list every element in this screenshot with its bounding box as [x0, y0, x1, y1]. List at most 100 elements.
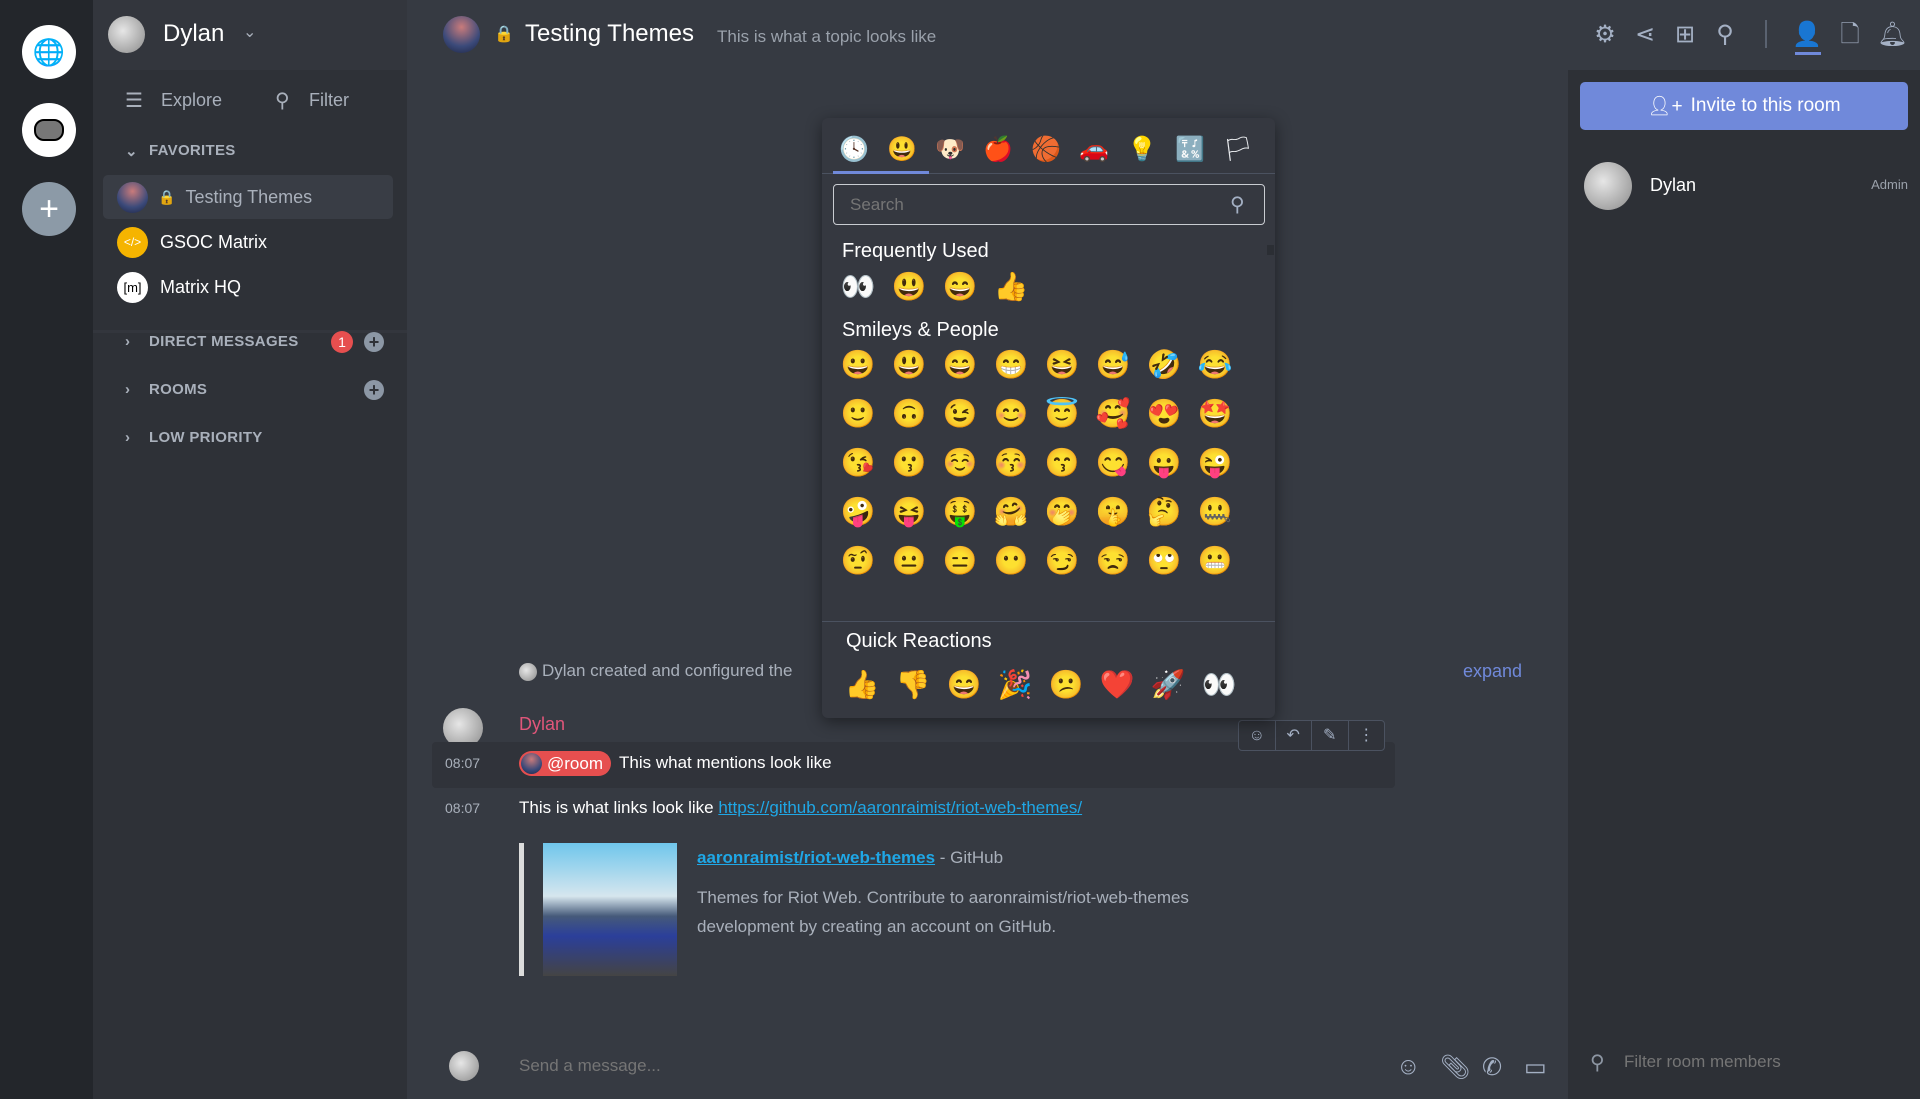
- emoji-button[interactable]: 😋: [1093, 446, 1133, 479]
- filter-members-input[interactable]: [1624, 1048, 1904, 1076]
- voice-call-icon[interactable]: ✆: [1482, 1053, 1502, 1082]
- preview-image[interactable]: [543, 843, 677, 976]
- scrollbar[interactable]: [1267, 245, 1274, 255]
- emoji-button[interactable]: 😄: [940, 348, 980, 381]
- community-icon[interactable]: [22, 103, 76, 157]
- home-space-icon[interactable]: 🌐: [22, 25, 76, 79]
- room-avatar[interactable]: [443, 16, 480, 53]
- react-icon[interactable]: ☺: [1239, 721, 1276, 750]
- emoji-button[interactable]: 😃: [889, 348, 929, 381]
- member-item[interactable]: Dylan Admin: [1584, 160, 1908, 210]
- room-item-matrix-hq[interactable]: [m] Matrix HQ: [103, 265, 393, 309]
- emoji-button[interactable]: 😂: [1195, 348, 1235, 381]
- emoji-search-input[interactable]: [833, 184, 1265, 225]
- emoji-button[interactable]: 😝: [889, 495, 929, 528]
- emoji-button[interactable]: ☺️: [940, 446, 980, 479]
- emoji-button[interactable]: 🤑: [940, 495, 980, 528]
- preview-title-link[interactable]: aaronraimist/riot-web-themes: [697, 848, 935, 867]
- emoji-category-tab[interactable]: 🏳: [1218, 130, 1258, 170]
- emoji-button[interactable]: 🙂: [838, 397, 878, 430]
- notifications-icon[interactable]: 🔔︎: [1877, 20, 1907, 50]
- emoji-button[interactable]: 😀: [838, 348, 878, 381]
- emoji-button[interactable]: 🤨: [838, 544, 878, 577]
- emoji-button[interactable]: 🤗: [991, 495, 1031, 528]
- explore-button[interactable]: Explore: [161, 90, 222, 111]
- expand-link[interactable]: expand: [1463, 661, 1522, 682]
- direct-messages-header[interactable]: DIRECT MESSAGES: [149, 333, 299, 350]
- emoji-button[interactable]: 😗: [889, 446, 929, 479]
- rooms-header[interactable]: ROOMS: [149, 381, 207, 398]
- video-call-icon[interactable]: ▭: [1524, 1053, 1547, 1082]
- emoji-button[interactable]: 😐: [889, 544, 929, 577]
- quick-reaction-button[interactable]: 🎉: [995, 668, 1035, 701]
- emoji-button[interactable]: 🤫: [1093, 495, 1133, 528]
- settings-icon[interactable]: ⚙: [1590, 20, 1620, 50]
- low-priority-header[interactable]: LOW PRIORITY: [149, 429, 263, 446]
- attachment-icon[interactable]: 📎︎: [1440, 1053, 1470, 1082]
- quick-reaction-button[interactable]: 🚀: [1148, 668, 1188, 701]
- emoji-button[interactable]: 🤔: [1144, 495, 1184, 528]
- emoji-button[interactable]: 😛: [1144, 446, 1184, 479]
- favorites-header[interactable]: FAVORITES: [149, 142, 236, 159]
- emoji-button[interactable]: 😊: [991, 397, 1031, 430]
- emoji-category-tab[interactable]: 🕓: [834, 130, 874, 170]
- message-link[interactable]: https://github.com/aaronraimist/riot-web…: [718, 798, 1082, 817]
- quick-reaction-button[interactable]: ❤️: [1097, 668, 1137, 701]
- emoji-button[interactable]: 😃: [889, 270, 929, 303]
- apps-icon[interactable]: ⊞: [1670, 20, 1700, 50]
- emoji-button[interactable]: 😍: [1144, 397, 1184, 430]
- room-item-gsoc-matrix[interactable]: </> GSOC Matrix: [103, 220, 393, 264]
- emoji-button[interactable]: 👍: [991, 270, 1031, 303]
- emoji-button[interactable]: 😒: [1093, 544, 1133, 577]
- message-input[interactable]: [519, 1050, 1359, 1082]
- emoji-icon[interactable]: ☺: [1396, 1053, 1421, 1081]
- emoji-button[interactable]: 😜: [1195, 446, 1235, 479]
- emoji-button[interactable]: 😙: [1042, 446, 1082, 479]
- files-icon[interactable]: 🗋: [1835, 20, 1865, 50]
- emoji-category-tab[interactable]: 🔣: [1170, 130, 1210, 170]
- share-icon[interactable]: ⋖: [1630, 20, 1660, 50]
- members-icon[interactable]: 👤: [1792, 20, 1822, 50]
- add-space-icon[interactable]: +: [22, 182, 76, 236]
- add-room-button[interactable]: +: [364, 380, 384, 400]
- add-dm-button[interactable]: +: [364, 332, 384, 352]
- quick-reaction-button[interactable]: 👍: [842, 668, 882, 701]
- search-icon[interactable]: ⚲: [1710, 20, 1740, 50]
- emoji-category-tab[interactable]: 🚗: [1074, 130, 1114, 170]
- emoji-button[interactable]: 🤪: [838, 495, 878, 528]
- emoji-button[interactable]: 😶: [991, 544, 1031, 577]
- emoji-button[interactable]: 😁: [991, 348, 1031, 381]
- emoji-button[interactable]: 😑: [940, 544, 980, 577]
- emoji-button[interactable]: 🤣: [1144, 348, 1184, 381]
- emoji-button[interactable]: 🥰: [1093, 397, 1133, 430]
- quick-reaction-button[interactable]: 😄: [944, 668, 984, 701]
- emoji-button[interactable]: 😉: [940, 397, 980, 430]
- emoji-button[interactable]: 🤐: [1195, 495, 1235, 528]
- emoji-button[interactable]: 😄: [940, 270, 980, 303]
- emoji-button[interactable]: 😅: [1093, 348, 1133, 381]
- filter-input[interactable]: Filter: [309, 90, 349, 111]
- reply-icon[interactable]: ↶: [1276, 721, 1312, 750]
- emoji-button[interactable]: 😬: [1195, 544, 1235, 577]
- emoji-category-tab[interactable]: 💡: [1122, 130, 1162, 170]
- emoji-category-tab[interactable]: 🍎: [978, 130, 1018, 170]
- invite-button[interactable]: 👤︎+ Invite to this room: [1580, 82, 1908, 130]
- emoji-category-tab[interactable]: 😃: [882, 130, 922, 170]
- emoji-button[interactable]: 😏: [1042, 544, 1082, 577]
- room-title[interactable]: Testing Themes: [525, 20, 694, 48]
- room-item-testing-themes[interactable]: 🔒 Testing Themes: [103, 175, 393, 219]
- emoji-button[interactable]: 😚: [991, 446, 1031, 479]
- emoji-category-tab[interactable]: 🏀: [1026, 130, 1066, 170]
- emoji-button[interactable]: 🙄: [1144, 544, 1184, 577]
- emoji-button[interactable]: 👀: [838, 270, 878, 303]
- emoji-category-tab[interactable]: 🐶: [930, 130, 970, 170]
- room-mention-pill[interactable]: @room: [519, 751, 611, 776]
- emoji-button[interactable]: 🤩: [1195, 397, 1235, 430]
- quick-reaction-button[interactable]: 👎: [893, 668, 933, 701]
- user-menu[interactable]: Dylan ⌄: [93, 0, 407, 70]
- emoji-button[interactable]: 😇: [1042, 397, 1082, 430]
- sender-name[interactable]: Dylan: [519, 714, 565, 735]
- quick-reaction-button[interactable]: 👀: [1199, 668, 1239, 701]
- quick-reaction-button[interactable]: 😕: [1046, 668, 1086, 701]
- emoji-button[interactable]: 😘: [838, 446, 878, 479]
